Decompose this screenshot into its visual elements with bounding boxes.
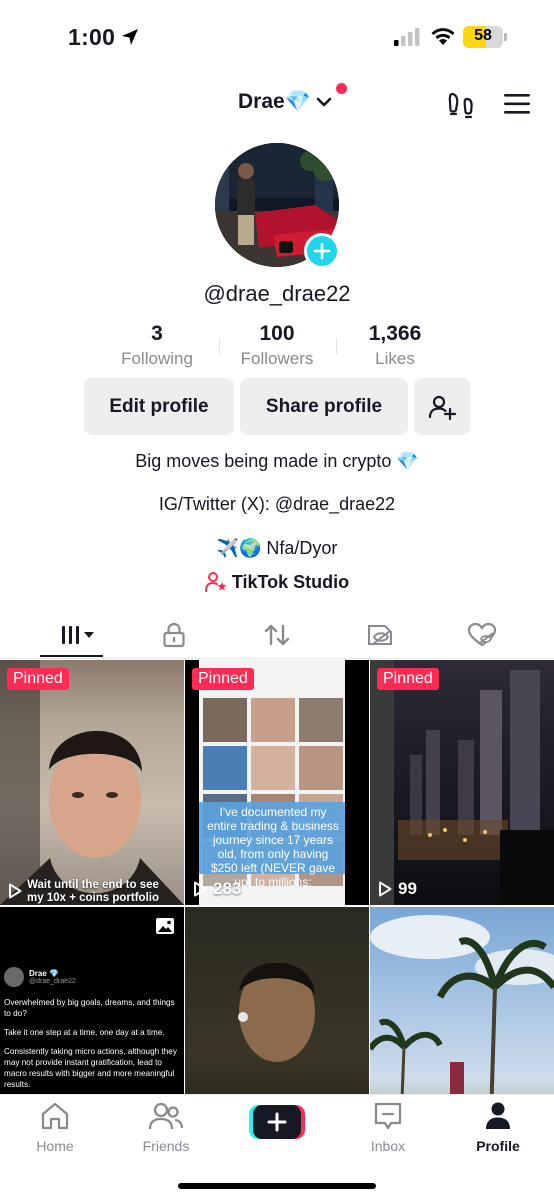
edit-profile-button[interactable]: Edit profile bbox=[84, 378, 234, 435]
account-switcher[interactable]: Drae💎 bbox=[238, 90, 333, 114]
tweet-text: Take it one step at a time, one day at a… bbox=[4, 1028, 165, 1037]
repost-icon bbox=[264, 624, 290, 646]
account-name: Drae💎 bbox=[238, 90, 311, 113]
tab-profile[interactable]: Profile bbox=[453, 1101, 543, 1154]
tab-inbox-label: Inbox bbox=[370, 1138, 406, 1154]
video-thumbnail[interactable]: Pinned I've documented my entire trading… bbox=[185, 660, 369, 905]
followers-count: 100 bbox=[259, 322, 295, 345]
tweet-text: Overwhelmed by big goals, dreams, and th… bbox=[4, 998, 175, 1018]
avatar bbox=[4, 967, 24, 987]
following-stat[interactable]: 3 Following bbox=[102, 322, 212, 369]
likes-stat[interactable]: 1,366 Likes bbox=[340, 322, 450, 369]
pinned-badge: Pinned bbox=[7, 668, 69, 690]
tab-home-label: Home bbox=[36, 1138, 74, 1154]
plus-icon bbox=[267, 1112, 287, 1132]
following-label: Following bbox=[121, 349, 193, 368]
studio-label: TikTok Studio bbox=[231, 571, 350, 592]
tab-liked[interactable] bbox=[452, 612, 512, 658]
notification-dot bbox=[336, 83, 347, 94]
play-icon bbox=[194, 881, 207, 897]
chevron-down-icon bbox=[316, 97, 332, 107]
followers-label: Followers bbox=[240, 349, 314, 368]
tweet-handle: @drae_drae22 bbox=[29, 978, 76, 985]
active-tab-indicator bbox=[40, 655, 103, 657]
heart-off-icon bbox=[467, 622, 497, 647]
video-caption: Wait until the end to see my 10x + coins… bbox=[27, 879, 159, 904]
battery-icon: 58 bbox=[463, 26, 507, 48]
inbox-icon bbox=[374, 1102, 402, 1130]
stat-divider bbox=[336, 338, 337, 354]
tab-home[interactable]: Home bbox=[10, 1101, 100, 1154]
home-indicator bbox=[178, 1183, 376, 1189]
battery-level: 58 bbox=[474, 27, 492, 44]
add-user-icon bbox=[428, 395, 456, 420]
profile-stats: 3 Following 100 Followers 1,366 Likes bbox=[100, 322, 454, 372]
stat-divider bbox=[219, 338, 220, 354]
tab-inbox[interactable]: Inbox bbox=[343, 1101, 433, 1154]
footprints-icon[interactable] bbox=[446, 90, 476, 120]
tab-friends[interactable]: Friends bbox=[121, 1101, 211, 1154]
video-thumbnail[interactable]: Pinned 99 bbox=[370, 660, 554, 905]
bio-line: ✈️🌍 Nfa/Dyor bbox=[216, 538, 338, 558]
view-count: 99 bbox=[378, 879, 417, 899]
profile-handle: @drae_drae22 bbox=[203, 281, 351, 306]
add-friends-button[interactable] bbox=[414, 378, 470, 435]
likes-count: 1,366 bbox=[368, 322, 422, 345]
photo-icon bbox=[156, 918, 174, 934]
pinned-badge: Pinned bbox=[192, 668, 254, 690]
menu-icon[interactable] bbox=[503, 92, 531, 116]
view-count-value: 283 bbox=[213, 879, 242, 898]
home-icon bbox=[41, 1102, 69, 1130]
lock-icon bbox=[163, 622, 185, 648]
following-count: 3 bbox=[151, 322, 163, 345]
tab-friends-label: Friends bbox=[142, 1138, 190, 1154]
tweet-author: Drae 💎 bbox=[29, 969, 59, 978]
tweet-text: Consistently taking micro actions, altho… bbox=[4, 1047, 177, 1089]
video-thumbnail[interactable] bbox=[185, 907, 369, 1094]
followers-stat[interactable]: 100 Followers bbox=[222, 322, 332, 369]
tab-reposts[interactable] bbox=[247, 612, 307, 658]
tab-videos[interactable] bbox=[44, 612, 104, 658]
plus-icon bbox=[313, 242, 331, 260]
profile-header: Drae💎 bbox=[0, 80, 554, 128]
location-arrow-icon bbox=[122, 29, 138, 45]
wifi-icon bbox=[431, 28, 455, 45]
photo-thumbnail[interactable]: Drae 💎 @drae_drae22 Overwhelmed by big g… bbox=[0, 907, 184, 1094]
bio-line: IG/Twitter (X): @drae_drae22 bbox=[158, 494, 396, 514]
add-avatar-button[interactable] bbox=[304, 233, 340, 269]
friends-icon bbox=[148, 1102, 184, 1130]
likes-label: Likes bbox=[375, 349, 415, 368]
video-grid: Pinned Wait until the end to see my 10x … bbox=[0, 660, 554, 1094]
tab-profile-label: Profile bbox=[476, 1138, 520, 1154]
video-thumbnail[interactable] bbox=[370, 907, 554, 1094]
video-thumbnail[interactable]: Pinned Wait until the end to see my 10x … bbox=[0, 660, 184, 905]
create-button[interactable] bbox=[249, 1105, 305, 1139]
status-bar: 1:00 58 bbox=[0, 0, 554, 74]
bio-line: Big moves being made in crypto 💎 bbox=[135, 451, 419, 471]
video-caption: I've documented my entire trading & busi… bbox=[206, 805, 340, 889]
tab-private[interactable] bbox=[144, 612, 204, 658]
tweet-screenshot: Drae 💎 @drae_drae22 Overwhelmed by big g… bbox=[0, 907, 184, 1094]
eye-off-icon bbox=[368, 625, 392, 645]
tiktok-studio-link[interactable]: TikTok Studio bbox=[0, 571, 554, 593]
play-icon bbox=[379, 881, 392, 897]
tabs-divider bbox=[0, 658, 554, 659]
share-profile-button[interactable]: Share profile bbox=[240, 378, 408, 435]
status-time: 1:00 bbox=[68, 24, 116, 50]
content-tabs bbox=[0, 612, 554, 658]
grid-icon bbox=[62, 626, 94, 644]
tab-hidden[interactable] bbox=[350, 612, 410, 658]
view-count: 283 bbox=[193, 879, 241, 899]
cellular-signal-icon bbox=[394, 28, 420, 46]
profile-icon bbox=[486, 1102, 510, 1129]
pinned-badge: Pinned bbox=[377, 668, 439, 690]
studio-icon bbox=[204, 572, 227, 592]
view-count-value: 99 bbox=[398, 879, 417, 898]
